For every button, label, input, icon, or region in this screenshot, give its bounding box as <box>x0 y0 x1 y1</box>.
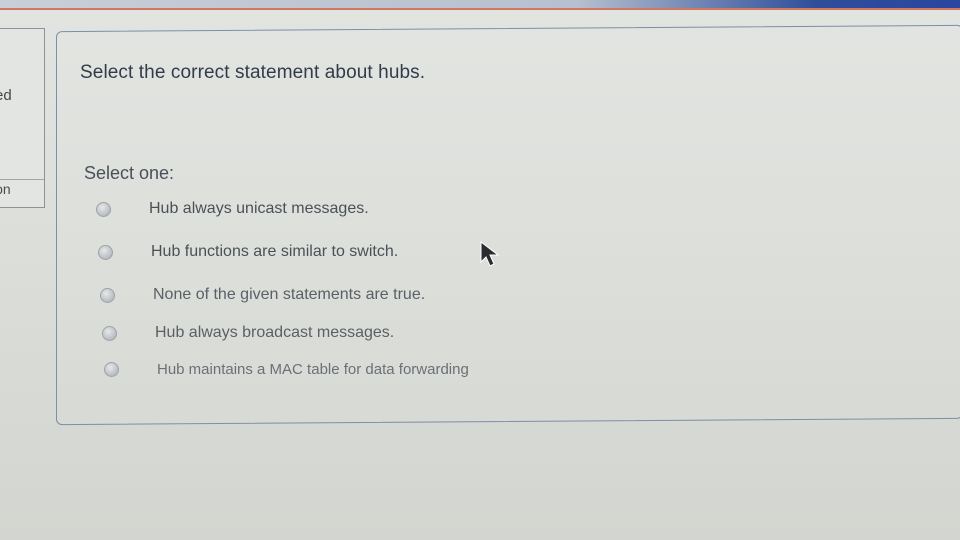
answer-option-label[interactable]: None of the given statements are true. <box>153 286 425 304</box>
radio-button-icon[interactable] <box>98 244 113 260</box>
answer-option-4[interactable]: Hub always broadcast messages. <box>102 324 394 342</box>
answer-option-5[interactable]: Hub maintains a MAC table for data forwa… <box>104 361 469 378</box>
answer-option-label[interactable]: Hub maintains a MAC table for data forwa… <box>157 361 469 378</box>
flag-question-link[interactable]: ion <box>0 181 11 197</box>
radio-button-icon[interactable] <box>104 362 119 377</box>
top-accent-line <box>0 8 960 10</box>
radio-button-icon[interactable] <box>102 325 117 341</box>
info-divider <box>0 179 44 180</box>
radio-button-icon[interactable] <box>100 287 115 303</box>
answer-option-label[interactable]: Hub always unicast messages. <box>149 200 369 218</box>
radio-button-icon[interactable] <box>96 201 111 217</box>
answer-option-label[interactable]: Hub functions are similar to switch. <box>151 243 398 261</box>
select-one-prompt: Select one: <box>84 163 175 183</box>
answer-option-3[interactable]: None of the given statements are true. <box>100 286 425 304</box>
mouse-pointer-icon <box>480 240 500 267</box>
answer-option-2[interactable]: Hub functions are similar to switch. <box>98 243 398 261</box>
question-state-text: red <box>0 87 12 104</box>
answer-option-label[interactable]: Hub always broadcast messages. <box>155 324 394 342</box>
question-info-panel: red ion <box>0 28 45 208</box>
browser-top-strip <box>0 0 960 8</box>
question-text: Select the correct statement about hubs. <box>80 62 426 83</box>
answer-option-1[interactable]: Hub always unicast messages. <box>96 200 369 218</box>
